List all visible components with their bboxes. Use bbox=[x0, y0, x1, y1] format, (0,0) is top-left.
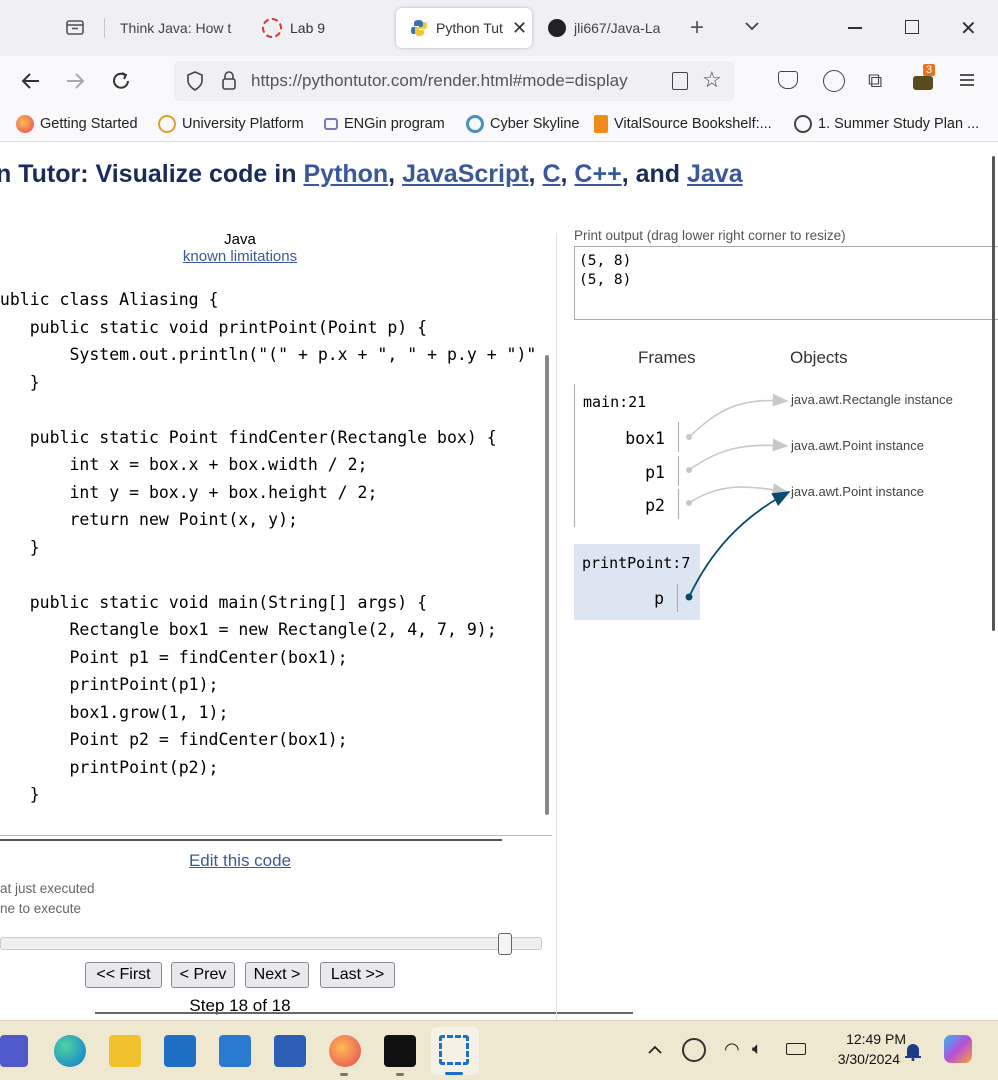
star-icon[interactable]: ☆ bbox=[702, 67, 722, 93]
intellij-icon[interactable] bbox=[384, 1035, 416, 1067]
bookmark-label: University Platform bbox=[182, 116, 304, 132]
tab-label: Python Tut bbox=[436, 20, 503, 36]
file-explorer-icon[interactable] bbox=[109, 1035, 141, 1067]
reader-view-icon[interactable] bbox=[672, 72, 688, 90]
bookmark-label: Cyber Skyline bbox=[490, 116, 580, 132]
github-icon bbox=[548, 19, 566, 37]
bookmark-cyber-skyline[interactable]: Cyber Skyline bbox=[466, 114, 579, 134]
pointer-arrows bbox=[685, 393, 791, 601]
cyber-skyline-icon bbox=[466, 115, 484, 133]
copilot-icon[interactable] bbox=[944, 1035, 972, 1063]
bookmark-label: ENGin program bbox=[344, 116, 445, 132]
edge-icon[interactable] bbox=[54, 1035, 86, 1067]
shield-icon[interactable] bbox=[186, 71, 204, 91]
navigation-bar: https://pythontutor.com/render.html#mode… bbox=[0, 56, 998, 106]
tab-strip: Think Java: How t Lab 9 Python Tut ✕ jli… bbox=[0, 0, 998, 56]
bookmark-label: 1. Summer Study Plan ... bbox=[818, 116, 980, 132]
taskbar: ◠ 🔈︎ 12:49 PM 3/30/2024 bbox=[0, 1020, 998, 1080]
reload-icon[interactable] bbox=[110, 70, 132, 92]
arrow-box1 bbox=[688, 393, 789, 438]
tab-lab9[interactable]: Lab 9 bbox=[248, 8, 394, 48]
chevron-down-icon[interactable] bbox=[742, 16, 762, 36]
url-text: https://pythontutor.com/render.html#mode… bbox=[251, 71, 628, 90]
bookmark-university-platform[interactable]: University Platform bbox=[158, 114, 304, 134]
active-app-indicator bbox=[340, 1073, 348, 1076]
firefox-icon[interactable] bbox=[329, 1035, 361, 1067]
pocket-icon[interactable] bbox=[778, 71, 798, 89]
clock-time[interactable]: 12:49 PM bbox=[820, 1031, 906, 1047]
minimize-icon[interactable] bbox=[848, 27, 862, 29]
firefox-icon bbox=[16, 115, 34, 133]
sync-icon[interactable] bbox=[682, 1038, 706, 1062]
bookmark-label: Getting Started bbox=[40, 116, 138, 132]
page-content: n Tutor: Visualize code in Python, JavaS… bbox=[0, 143, 998, 1020]
python-icon bbox=[410, 19, 428, 37]
bookmark-summer-study[interactable]: 1. Summer Study Plan ... bbox=[794, 114, 979, 134]
globe-icon bbox=[158, 115, 176, 133]
tab-overview-icon[interactable] bbox=[64, 16, 86, 38]
forward-icon[interactable] bbox=[64, 70, 86, 92]
globe-icon bbox=[794, 115, 812, 133]
new-tab-icon[interactable]: + bbox=[690, 14, 704, 42]
page-scrollbar[interactable] bbox=[992, 156, 995, 631]
snipping-tool-icon bbox=[439, 1035, 469, 1065]
maximize-icon[interactable] bbox=[905, 20, 919, 34]
tab-label: jli667/Java-La bbox=[574, 20, 661, 36]
speaker-icon[interactable]: 🔈︎ bbox=[752, 1039, 762, 1059]
extensions-icon[interactable]: ⧉ bbox=[868, 70, 882, 93]
address-bar[interactable]: https://pythontutor.com/render.html#mode… bbox=[174, 61, 734, 101]
arrow-p1 bbox=[688, 438, 789, 471]
mail-icon[interactable] bbox=[219, 1035, 251, 1067]
active-app-indicator bbox=[445, 1072, 463, 1075]
snipping-tool-highlight[interactable] bbox=[431, 1027, 479, 1075]
clock-date[interactable]: 3/30/2024 bbox=[814, 1051, 900, 1067]
word-icon[interactable] bbox=[274, 1035, 306, 1067]
chevron-up-icon[interactable] bbox=[646, 1041, 664, 1059]
bookmark-label: VitalSource Bookshelf:... bbox=[614, 116, 772, 132]
wifi-icon[interactable]: ◠ bbox=[724, 1039, 740, 1060]
notification-bell-icon[interactable] bbox=[904, 1041, 922, 1061]
store-icon[interactable] bbox=[164, 1035, 196, 1067]
chat-icon bbox=[324, 118, 338, 130]
bookmark-getting-started[interactable]: Getting Started bbox=[16, 114, 138, 134]
extension-badge-icon[interactable]: 3 bbox=[913, 64, 937, 92]
tab-label: Lab 9 bbox=[290, 20, 326, 36]
bookmark-vitalsource[interactable]: VitalSource Bookshelf:... bbox=[594, 114, 772, 134]
bookmarks-bar: Getting Started University Platform ENGi… bbox=[0, 106, 998, 142]
teams-icon[interactable] bbox=[0, 1035, 28, 1067]
close-window-icon[interactable]: ✕ bbox=[960, 16, 977, 41]
battery-icon[interactable] bbox=[786, 1043, 806, 1055]
back-icon[interactable] bbox=[20, 70, 42, 92]
account-icon[interactable] bbox=[823, 70, 845, 92]
tab-python-tutor[interactable]: Python Tut ✕ bbox=[396, 8, 532, 48]
close-tab-icon[interactable]: ✕ bbox=[512, 18, 527, 39]
bookmark-engin-program[interactable]: ENGin program bbox=[324, 114, 445, 134]
arrow-p bbox=[688, 491, 791, 598]
tab-think-java[interactable]: Think Java: How t bbox=[106, 8, 246, 48]
active-app-indicator bbox=[396, 1073, 404, 1076]
extension-badge-count: 3 bbox=[923, 64, 936, 76]
tab-github[interactable]: jli667/Java-La bbox=[534, 8, 684, 48]
lab-icon bbox=[262, 18, 282, 38]
vitalsource-icon bbox=[594, 115, 608, 133]
tab-label: Think Java: How t bbox=[120, 20, 232, 36]
lock-icon[interactable] bbox=[220, 71, 238, 91]
menu-icon[interactable] bbox=[958, 71, 976, 89]
